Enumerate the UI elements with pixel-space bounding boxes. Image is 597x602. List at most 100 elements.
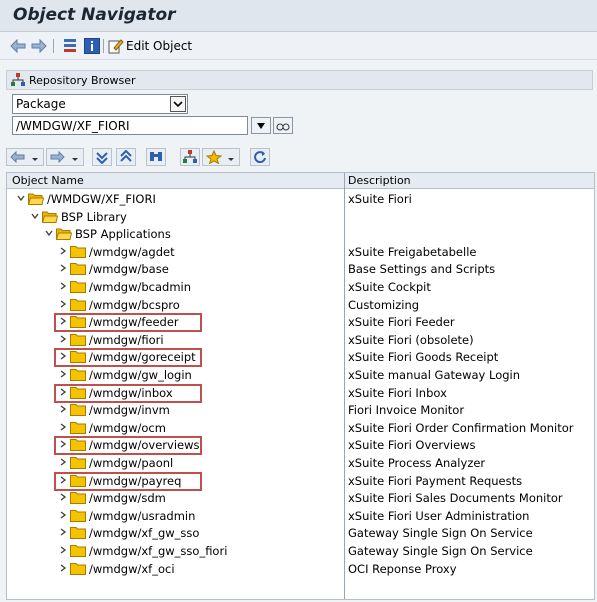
- tree-row[interactable]: /wmdgw/usradmin xSuite Fiori User Adminis…: [7, 508, 594, 526]
- dropdown-button[interactable]: [251, 117, 271, 134]
- object-type-value: Package: [16, 97, 66, 111]
- object-description: xSuite Fiori Overviews: [348, 438, 476, 453]
- chevron-right-icon[interactable]: [58, 299, 68, 309]
- object-description: Gateway Single Sign On Service: [348, 526, 533, 541]
- glasses-icon: [276, 123, 290, 130]
- object-description: xSuite Fiori Inbox: [348, 385, 447, 400]
- tree-row[interactable]: /wmdgw/xf_oci OCI Reponse Proxy: [7, 561, 594, 579]
- edit-object-button[interactable]: Edit Object: [126, 39, 192, 53]
- chevron-right-icon[interactable]: [58, 263, 68, 273]
- object-type-select[interactable]: Package: [12, 94, 188, 114]
- chevron-right-icon[interactable]: [58, 281, 68, 291]
- object-name[interactable]: /wmdgw/invm: [89, 403, 170, 417]
- chevron-right-icon[interactable]: [58, 545, 68, 555]
- application-toolbar: Edit Object: [0, 32, 597, 60]
- object-name[interactable]: /wmdgw/xf_gw_sso: [89, 526, 199, 540]
- chevron-right-icon[interactable]: [58, 369, 68, 379]
- package-path-value: /WMDGW/XF_FIORI: [16, 119, 130, 133]
- chevron-down-icon[interactable]: [170, 96, 186, 112]
- folder-icon: [56, 227, 72, 241]
- object-name[interactable]: /wmdgw/usradmin: [89, 509, 195, 523]
- repository-browser-label: Repository Browser: [29, 74, 136, 87]
- folder-icon: [70, 562, 86, 575]
- object-description: xSuite Fiori User Administration: [348, 508, 530, 523]
- folder-icon: [70, 333, 86, 346]
- object-description: xSuite Fiori Payment Requests: [348, 473, 523, 488]
- edit-object-icon[interactable]: [108, 38, 124, 54]
- tree-forward-button[interactable]: [46, 148, 84, 166]
- refresh-icon[interactable]: [250, 148, 270, 166]
- tree-row[interactable]: /WMDGW/XF_FIORI xSuite Fiori: [7, 191, 594, 209]
- object-description: xSuite Freigabetabelle: [348, 244, 477, 259]
- tree-row[interactable]: /wmdgw/paonl xSuite Process Analyzer: [7, 455, 594, 473]
- chevron-down-icon[interactable]: [30, 211, 40, 221]
- arrow-right-icon[interactable]: [31, 38, 47, 54]
- chevron-down-icon[interactable]: [16, 193, 26, 203]
- object-name[interactable]: /wmdgw/ocm: [89, 421, 166, 435]
- object-description: Gateway Single Sign On Service: [348, 544, 533, 558]
- object-name[interactable]: /wmdgw/bcadmin: [89, 280, 191, 294]
- tree-row[interactable]: BSP Library: [7, 209, 594, 227]
- tree-row[interactable]: /wmdgw/agdet xSuite Freigabetabelle: [7, 244, 594, 262]
- object-name[interactable]: /wmdgw/bcspro: [89, 298, 180, 312]
- display-button[interactable]: [273, 117, 293, 134]
- object-description: xSuite Fiori Sales Documents Monitor: [348, 491, 563, 506]
- hierarchy-icon[interactable]: [62, 38, 78, 54]
- tree-row[interactable]: /wmdgw/xf_gw_sso_fiori Gateway Single Sig…: [7, 543, 594, 561]
- tree-row[interactable]: /wmdgw/overviews xSuite Fiori Overviews: [7, 436, 594, 456]
- package-path-input[interactable]: /WMDGW/XF_FIORI: [12, 116, 248, 135]
- tree-row[interactable]: /wmdgw/invm Fiori Invoice Monitor: [7, 402, 594, 420]
- tree-row[interactable]: /wmdgw/xf_gw_sso Gateway Single Sign On S…: [7, 525, 594, 543]
- chevron-down-icon[interactable]: [44, 228, 54, 238]
- tree-row[interactable]: /wmdgw/payreq xSuite Fiori Payment Reques…: [7, 471, 594, 491]
- highlight-box: [54, 313, 202, 333]
- expand-all-icon[interactable]: [92, 148, 112, 166]
- object-name[interactable]: BSP Applications: [75, 227, 171, 241]
- object-name[interactable]: /wmdgw/xf_oci: [89, 562, 175, 576]
- info-icon[interactable]: [84, 38, 100, 54]
- tree-row[interactable]: /wmdgw/inbox xSuite Fiori Inbox: [7, 383, 594, 403]
- title-bar: Object Navigator: [0, 0, 597, 32]
- tree-row[interactable]: /wmdgw/gw_login xSuite manual Gateway Log…: [7, 367, 594, 385]
- repository-browser-header[interactable]: Repository Browser: [6, 70, 593, 90]
- chevron-right-icon[interactable]: [58, 457, 68, 467]
- tree-row[interactable]: /wmdgw/base Base Settings and Scripts: [7, 261, 594, 279]
- object-name[interactable]: /wmdgw/sdm: [89, 491, 166, 505]
- chevron-right-icon[interactable]: [58, 246, 68, 256]
- tree-row[interactable]: /wmdgw/bcadmin xSuite Cockpit: [7, 279, 594, 297]
- object-name[interactable]: BSP Library: [61, 210, 127, 224]
- object-name[interactable]: /wmdgw/base: [89, 262, 169, 276]
- tree-row[interactable]: /wmdgw/goreceipt xSuite Fiori Goods Recei…: [7, 348, 594, 368]
- arrow-left-icon[interactable]: [10, 38, 26, 54]
- object-name[interactable]: /wmdgw/xf_gw_sso_fiori: [89, 544, 227, 558]
- chevron-right-icon[interactable]: [58, 422, 68, 432]
- object-description: Base Settings and Scripts: [348, 262, 496, 277]
- object-name[interactable]: /wmdgw/paonl: [89, 456, 173, 470]
- column-header-description[interactable]: Description: [348, 174, 411, 187]
- tree-row[interactable]: /wmdgw/sdm xSuite Fiori Sales Documents M…: [7, 490, 594, 508]
- tree-row[interactable]: BSP Applications: [7, 226, 594, 244]
- chevron-right-icon[interactable]: [58, 510, 68, 520]
- chevron-right-icon[interactable]: [58, 527, 68, 537]
- tree-row[interactable]: /wmdgw/ocm xSuite Fiori Order Confirmatio…: [7, 420, 594, 438]
- object-name[interactable]: /wmdgw/agdet: [89, 245, 175, 259]
- object-name[interactable]: /wmdgw/fiori: [89, 333, 164, 347]
- chevron-right-icon[interactable]: [58, 563, 68, 573]
- collapse-all-icon[interactable]: [116, 148, 136, 166]
- tree-row[interactable]: /wmdgw/fiori xSuite Fiori (obsolete): [7, 332, 594, 350]
- column-header-object-name[interactable]: Object Name: [12, 174, 84, 187]
- object-name[interactable]: /wmdgw/gw_login: [89, 368, 192, 382]
- tree-row[interactable]: /wmdgw/feeder xSuite Fiori Feeder: [7, 313, 594, 333]
- chevron-right-icon[interactable]: [58, 492, 68, 502]
- find-icon[interactable]: [146, 148, 166, 166]
- tree-row[interactable]: /wmdgw/bcspro Customizing: [7, 297, 594, 315]
- folder-icon: [70, 421, 86, 434]
- chevron-right-icon[interactable]: [58, 404, 68, 414]
- object-name[interactable]: /WMDGW/XF_FIORI: [47, 192, 156, 206]
- favorites-button[interactable]: [202, 148, 240, 166]
- object-description: Customizing: [348, 297, 420, 312]
- hierarchy-view-icon[interactable]: [180, 148, 200, 166]
- object-description: xSuite manual Gateway Login: [348, 368, 521, 382]
- tree-back-button[interactable]: [6, 148, 44, 166]
- chevron-right-icon[interactable]: [58, 334, 68, 344]
